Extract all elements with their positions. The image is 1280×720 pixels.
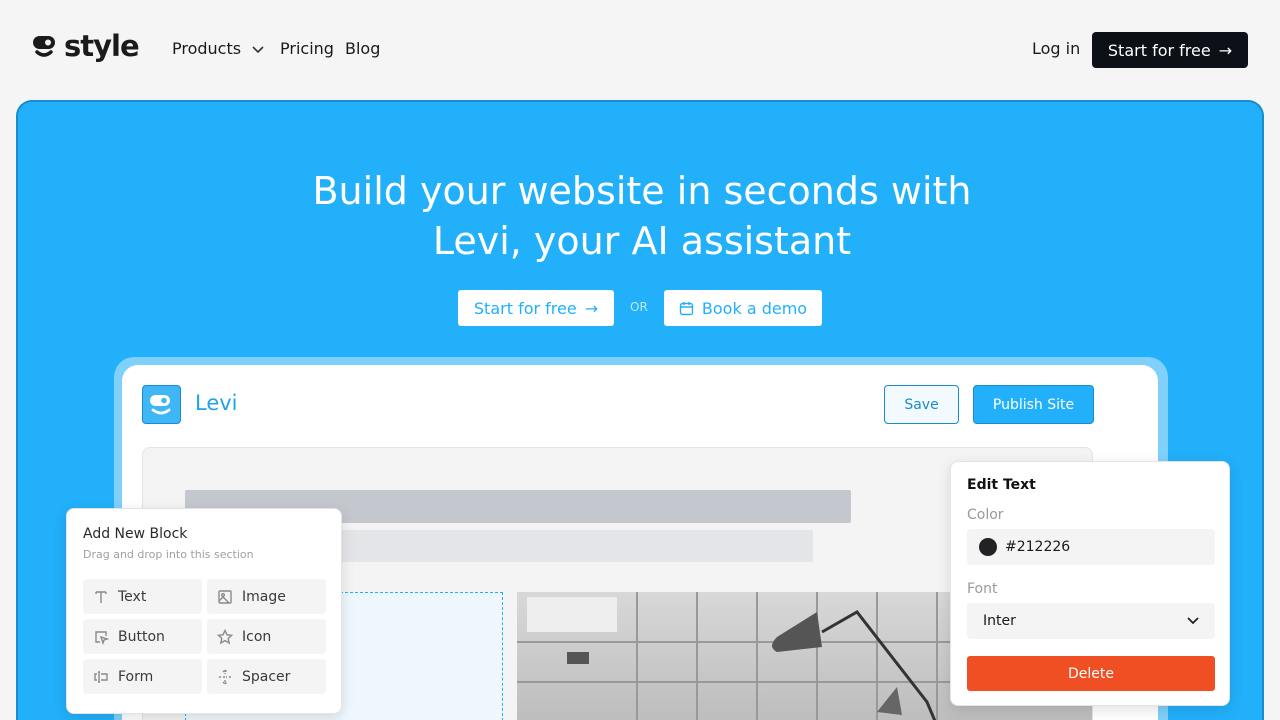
save-button[interactable]: Save [884, 385, 959, 424]
block-image-label: Image [242, 588, 286, 605]
block-button-label: Button [118, 628, 165, 645]
start-free-hero-label: Start for free [473, 298, 577, 318]
edit-text-title: Edit Text [967, 477, 1036, 493]
block-form-label: Form [118, 668, 154, 685]
image-icon [218, 589, 232, 604]
block-image[interactable]: Image [207, 579, 326, 614]
add-block-panel: Add New Block Drag and drop into this se… [66, 508, 342, 714]
brand-logo[interactable]: style [32, 29, 140, 63]
form-icon [94, 670, 108, 683]
publish-site-button[interactable]: Publish Site [973, 385, 1094, 424]
brand-name: style [64, 29, 140, 63]
arrow-right-icon: → [1218, 40, 1233, 60]
block-text[interactable]: Text [83, 579, 202, 614]
nav-products[interactable]: Products [172, 39, 264, 58]
chevron-down-icon [252, 46, 264, 54]
spacer-icon [219, 668, 231, 685]
hero-title-line1: Build your website in seconds with [312, 169, 972, 213]
color-label: Color [967, 507, 1004, 523]
font-select[interactable]: Inter [967, 603, 1215, 639]
nav-products-label: Products [172, 39, 242, 58]
block-form[interactable]: Form [83, 659, 202, 694]
login-link[interactable]: Log in [1032, 39, 1080, 58]
block-icon[interactable]: Icon [207, 619, 326, 654]
add-block-title: Add New Block [83, 526, 188, 542]
start-free-label: Start for free [1107, 40, 1211, 60]
logo-face-icon [33, 36, 55, 57]
levi-logo-icon [142, 385, 181, 424]
book-demo-label: Book a demo [701, 298, 808, 318]
chevron-down-icon [1187, 617, 1199, 625]
button-cursor-icon [95, 630, 109, 645]
block-spacer-label: Spacer [242, 668, 291, 685]
or-separator: OR [630, 300, 648, 314]
arrow-right-icon: → [584, 298, 599, 318]
delete-button[interactable]: Delete [967, 656, 1215, 691]
color-field[interactable]: #212226 [967, 529, 1215, 565]
block-button[interactable]: Button [83, 619, 202, 654]
add-block-subtitle: Drag and drop into this section [83, 548, 254, 561]
hero-title: Build your website in seconds with Levi, … [18, 166, 1262, 266]
star-icon [217, 628, 233, 644]
font-label: Font [967, 581, 998, 597]
block-text-label: Text [118, 588, 147, 605]
nav-blog[interactable]: Blog [345, 39, 380, 58]
block-icon-label: Icon [242, 628, 272, 645]
calendar-icon [679, 301, 694, 315]
color-value: #212226 [1005, 539, 1071, 555]
start-free-nav-button[interactable]: Start for free → [1092, 32, 1248, 68]
nav-pricing[interactable]: Pricing [280, 39, 334, 58]
text-icon [95, 590, 107, 603]
edit-text-panel: Edit Text Color #212226 Font Inter Delet… [950, 461, 1230, 706]
assistant-name: Levi [195, 391, 238, 415]
block-spacer[interactable]: Spacer [207, 659, 326, 694]
font-value: Inter [983, 613, 1016, 629]
hero-title-line2: Levi, your AI assistant [432, 219, 852, 263]
start-free-hero-button[interactable]: Start for free → [458, 290, 614, 326]
book-demo-button[interactable]: Book a demo [664, 290, 822, 326]
color-swatch[interactable] [979, 538, 997, 556]
